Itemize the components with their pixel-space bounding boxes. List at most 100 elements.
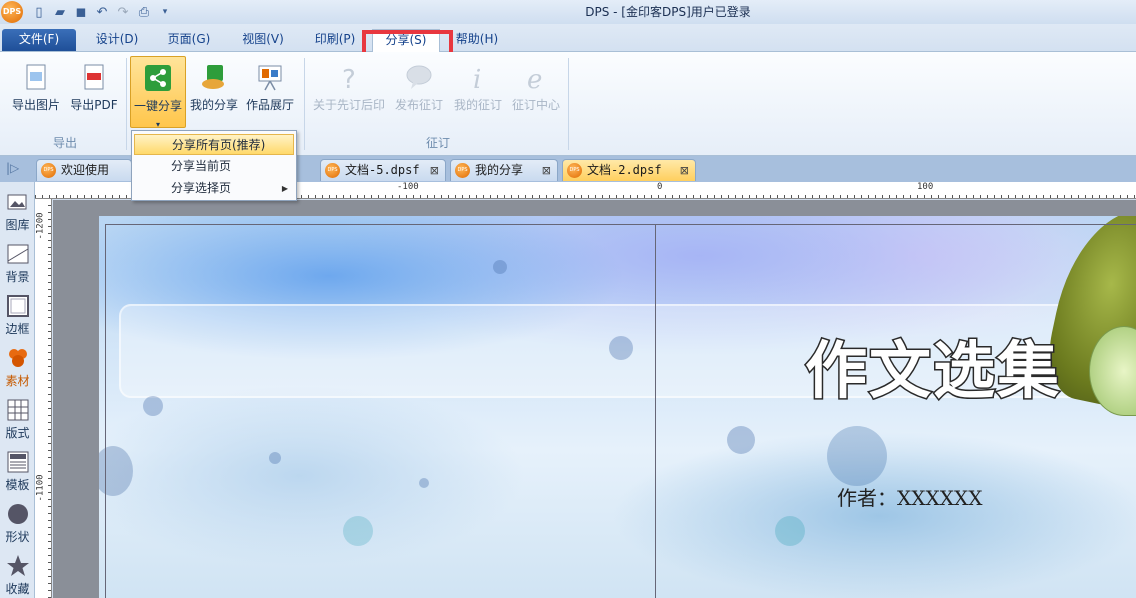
export-pdf-label: 导出PDF — [70, 98, 118, 112]
guide-line — [105, 224, 1136, 225]
layout-icon — [7, 399, 28, 421]
svg-text:i: i — [473, 65, 481, 92]
decor-dot — [343, 516, 373, 546]
left-tool-panel: 图库 背景 边框 素材 版式 模板 形状 收藏 — [0, 182, 35, 598]
panel-item-shape[interactable]: 形状 — [0, 498, 35, 550]
vertical-ruler: -1200 -1100 — [35, 199, 52, 598]
speech-bubble-icon — [406, 65, 432, 89]
doc-tab-document-2[interactable]: DPS 文档-2.dpsf ⊠ — [562, 159, 696, 181]
order-center-button[interactable]: e 征订中心 — [508, 56, 564, 132]
dps-file-icon: DPS — [325, 163, 340, 178]
one-click-share-label: 一键分享 — [133, 99, 182, 113]
doc-tab-document-5[interactable]: DPS 文档-5.dpsf ⊠ — [320, 159, 446, 181]
export-image-button[interactable]: 导出图片 — [8, 56, 64, 132]
guide-line — [655, 224, 656, 598]
svg-text:e: e — [527, 65, 542, 92]
tab-design[interactable]: 设计(D) — [86, 29, 148, 51]
presentation-board-icon — [258, 65, 282, 91]
ruler-label: -100 — [397, 182, 419, 192]
decor-dot — [727, 426, 755, 454]
border-icon — [6, 295, 29, 317]
panel-item-border[interactable]: 边框 — [0, 290, 35, 342]
design-canvas[interactable]: 作文选集 作者：XXXXXX — [53, 200, 1136, 598]
shape-icon — [7, 504, 28, 524]
export-group-label: 导出 — [52, 136, 77, 150]
decor-dot — [143, 396, 163, 416]
panel-item-layout[interactable]: 版式 — [0, 394, 35, 446]
author-text[interactable]: 作者：XXXXXX — [837, 482, 982, 511]
decor-dot — [493, 260, 507, 274]
document-title-text[interactable]: 作文选集 — [803, 320, 1061, 410]
decor-dot — [269, 452, 281, 464]
document-page[interactable]: 作文选集 作者：XXXXXX — [99, 216, 1136, 598]
decor-dot — [609, 336, 633, 360]
panel-item-label: 素材 — [5, 374, 30, 388]
export-pdf-button[interactable]: 导出PDF — [66, 56, 122, 132]
decor-dot — [419, 478, 429, 488]
panel-item-template[interactable]: 模板 — [0, 446, 35, 498]
share-dropdown-menu: 分享所有页(推荐) 分享当前页 分享选择页 ▶ — [131, 130, 297, 201]
panel-item-label: 边框 — [5, 322, 30, 336]
window-title: DPS - [金印客DPS]用户已登录 — [585, 5, 751, 19]
image-file-icon — [26, 64, 46, 90]
close-icon[interactable]: ⊠ — [542, 160, 551, 181]
submenu-arrow-icon: ▶ — [281, 184, 288, 193]
ruler-label: 0 — [657, 182, 663, 192]
decor-dot — [827, 426, 887, 486]
panel-item-material[interactable]: 素材 — [0, 342, 35, 394]
tab-print[interactable]: 印刷(P) — [304, 29, 366, 51]
about-preorder-button[interactable]: ? 关于先订后印 — [310, 56, 388, 132]
publish-order-label: 发布征订 — [394, 98, 443, 112]
ruler-label: -1100 — [35, 474, 46, 502]
collapse-panel-icon[interactable]: |▷ — [6, 161, 19, 175]
my-order-button[interactable]: i 我的征订 — [450, 56, 506, 132]
doc-tab-label: 我的分享 — [475, 163, 524, 177]
my-share-label: 我的分享 — [189, 98, 238, 112]
panel-item-label: 图库 — [5, 218, 30, 232]
share-selected-pages-label: 分享选择页 — [171, 181, 232, 195]
my-share-button[interactable]: 我的分享 — [186, 56, 242, 132]
order-center-label: 征订中心 — [511, 98, 560, 112]
one-click-share-button[interactable]: 一键分享 ▾ — [130, 56, 186, 129]
publish-order-button[interactable]: 发布征订 — [390, 56, 448, 132]
share-current-page-item[interactable]: 分享当前页 — [134, 156, 294, 177]
close-icon[interactable]: ⊠ — [430, 160, 439, 181]
panel-item-label: 收藏 — [5, 582, 30, 596]
question-icon: ? — [342, 65, 356, 92]
panel-item-label: 背景 — [5, 270, 30, 284]
star-icon — [6, 555, 29, 576]
panel-item-background[interactable]: 背景 — [0, 238, 35, 290]
browser-e-icon: e — [527, 65, 542, 92]
panel-item-favorites[interactable]: 收藏 — [0, 550, 35, 598]
tab-view[interactable]: 视图(V) — [232, 29, 294, 51]
my-order-label: 我的征订 — [453, 98, 502, 112]
ribbon-tab-bar: 文件(F) 设计(D) 页面(G) 视图(V) 印刷(P) 分享(S) 帮助(H… — [0, 24, 1136, 93]
pdf-file-icon — [84, 64, 104, 90]
decor-dot — [775, 516, 805, 546]
panel-item-label: 模板 — [5, 478, 30, 492]
panel-item-gallery[interactable]: 图库 — [0, 186, 35, 238]
ruler-label: 100 — [917, 182, 934, 192]
dps-file-icon: DPS — [455, 163, 470, 178]
tab-page[interactable]: 页面(G) — [158, 29, 220, 51]
tab-file[interactable]: 文件(F) — [2, 29, 76, 51]
material-icon — [8, 349, 27, 367]
doc-tab-my-share[interactable]: DPS 我的分享 ⊠ — [450, 159, 558, 181]
svg-text:?: ? — [342, 65, 356, 92]
gallery-label: 作品展厅 — [245, 98, 294, 112]
tab-help[interactable]: 帮助(H) — [446, 29, 508, 51]
doc-tab-label: 文档-2.dpsf — [587, 163, 662, 177]
export-image-label: 导出图片 — [11, 98, 60, 112]
title-bar: DPS ▯ ▰ ◼ ↶ ↷ ⎙ ▾ DPS - [金印客DPS]用户已登录 — [0, 0, 1136, 24]
share-all-pages-item[interactable]: 分享所有页(推荐) — [134, 134, 294, 155]
gallery-button[interactable]: 作品展厅 — [242, 56, 298, 132]
doc-tab-welcome[interactable]: DPS欢迎使用DPS软 — [36, 159, 132, 198]
template-icon — [7, 451, 28, 473]
panel-item-label: 版式 — [5, 426, 30, 440]
share-selected-pages-item[interactable]: 分享选择页 ▶ — [134, 178, 294, 199]
guide-line — [105, 224, 106, 598]
close-icon[interactable]: ⊠ — [680, 160, 689, 181]
background-icon — [7, 244, 28, 264]
group-separator — [568, 58, 569, 150]
chevron-down-icon: ▾ — [155, 120, 160, 129]
